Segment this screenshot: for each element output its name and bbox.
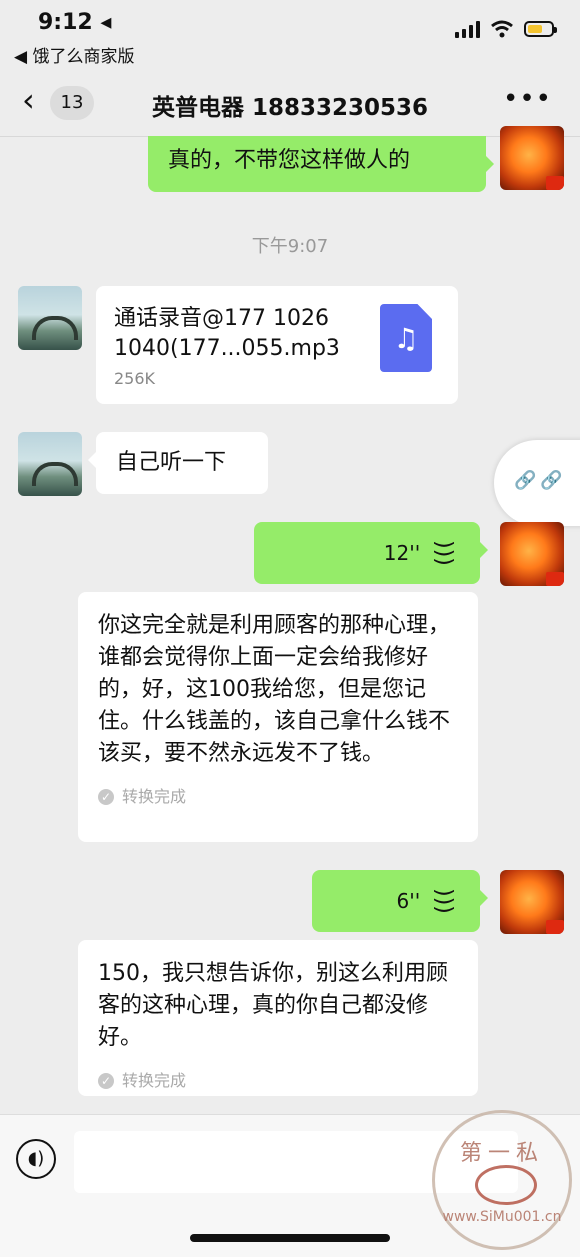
more-icon[interactable]: •••	[503, 84, 552, 114]
watermark-top-text: 第一私	[459, 1141, 544, 1166]
file-message-card[interactable]: 通话录音@177 1026 1040(177...055.mp3 256K ♫	[96, 286, 458, 404]
chat-header: ‹ 13 英普电器 18833230536 •••	[0, 70, 580, 137]
watermark-stamp: 第一私 www.SiMu001.cn	[432, 1110, 572, 1250]
back-to-app-link[interactable]: ◀ 饿了么商家版	[14, 42, 134, 67]
message-text: 自己听一下	[116, 450, 227, 475]
voice-duration: 6''	[396, 889, 421, 913]
my-avatar[interactable]	[500, 870, 564, 934]
chat-title: 英普电器 18833230536	[151, 95, 429, 121]
status-icons	[455, 20, 557, 38]
transcript-status-label: 转换完成	[122, 787, 187, 806]
sent-message-bubble[interactable]: 真的，不带您这样做人的	[148, 136, 494, 192]
watermark-url: www.SiMu001.cn	[442, 1209, 562, 1225]
transcript-text: 你这完全就是利用顾客的那种心理，谁都会觉得你上面一定会给我修好的，好，这100我…	[98, 613, 451, 766]
file-name: 通话录音@177 1026 1040(177...055.mp3	[114, 306, 340, 361]
wifi-icon	[491, 20, 513, 38]
transcript-status-label: 转换完成	[122, 1071, 187, 1090]
voice-duration: 12''	[383, 541, 421, 565]
status-time: 9:12 ◂	[38, 10, 112, 35]
floating-link-widget[interactable]: 🔗 🔗	[494, 440, 580, 526]
voice-transcript-card[interactable]: 150，我只想告诉你，别这么利用顾客的这种心理，真的你自己都没修好。 ✓ 转换完…	[78, 940, 478, 1096]
received-message-bubble[interactable]: 自己听一下	[88, 432, 268, 494]
voice-transcript-card[interactable]: 你这完全就是利用顾客的那种心理，谁都会觉得你上面一定会给我修好的，好，这100我…	[78, 592, 478, 842]
fish-logo-icon	[475, 1165, 537, 1205]
voice-toggle-icon[interactable]: ◖)	[16, 1139, 56, 1179]
sent-voice-message[interactable]: 6'' )))	[312, 870, 488, 932]
file-size: 256K	[114, 369, 156, 388]
voice-wave-icon: )))	[431, 888, 457, 914]
home-indicator[interactable]	[190, 1234, 390, 1242]
signal-icon	[455, 20, 480, 38]
link-icon: 🔗	[540, 470, 563, 491]
transcript-text: 150，我只想告诉你，别这么利用顾客的这种心理，真的你自己都没修好。	[98, 961, 448, 1050]
voice-wave-icon: )))	[431, 540, 457, 566]
message-text: 真的，不带您这样做人的	[168, 148, 411, 173]
transcript-status: ✓ 转换完成	[98, 1066, 458, 1096]
message-timestamp: 下午9:07	[251, 236, 329, 257]
status-bar: 9:12 ◂ ◀ 饿了么商家版	[0, 0, 580, 70]
check-icon: ✓	[98, 789, 114, 805]
sent-voice-message[interactable]: 12'' )))	[254, 522, 488, 584]
contact-avatar[interactable]	[18, 432, 82, 496]
contact-avatar[interactable]	[18, 286, 82, 350]
my-avatar[interactable]	[500, 126, 564, 190]
battery-icon	[524, 21, 557, 37]
check-icon: ✓	[98, 1073, 114, 1089]
transcript-status: ✓ 转换完成	[98, 782, 458, 812]
music-note-icon: ♫	[380, 304, 432, 372]
link-icon: 🔗	[514, 470, 537, 491]
my-avatar[interactable]	[500, 522, 564, 586]
